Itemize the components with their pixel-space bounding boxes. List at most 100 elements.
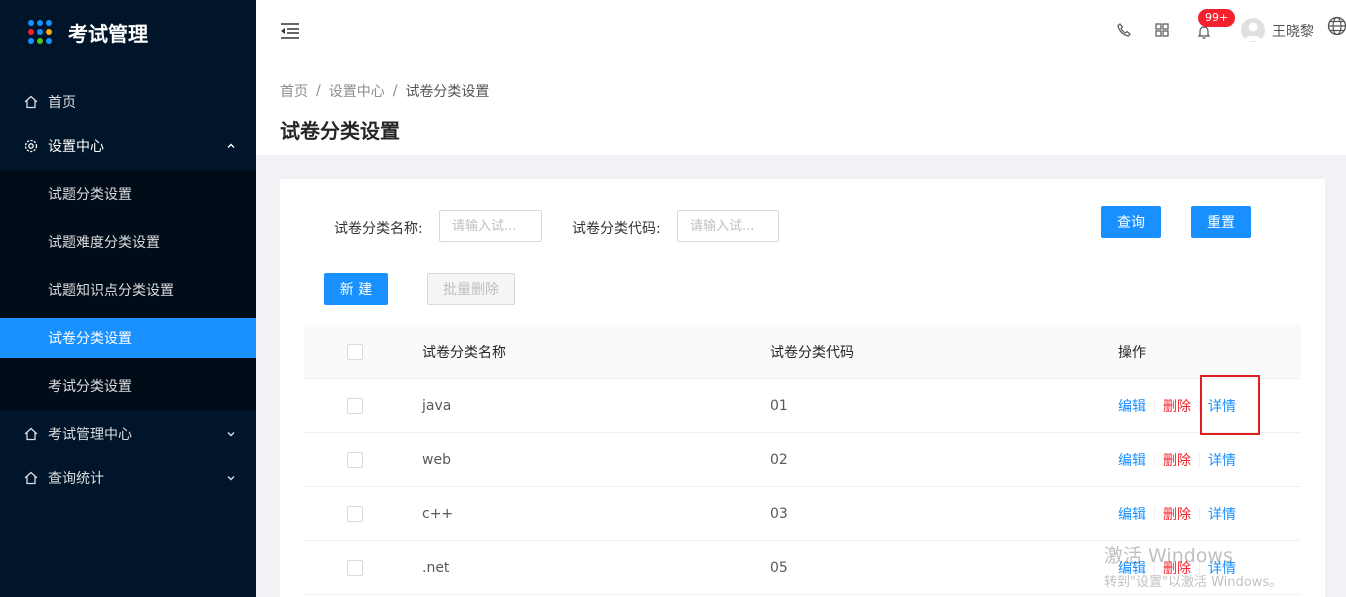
sidebar-item-label: 首页 — [48, 95, 76, 111]
sidebar-item-label: 试题难度分类设置 — [48, 235, 160, 251]
delete-link[interactable]: 删除 — [1163, 504, 1191, 524]
code-filter-label: 试卷分类代码: — [572, 221, 661, 237]
notification-badge: 99+ — [1198, 9, 1236, 27]
paper-category-table: 试卷分类名称 试卷分类代码 操作 java 01 编辑 删除 详情 web 02 编… — [304, 325, 1301, 595]
sidebar-item-exam-center[interactable]: 考试管理中心 — [0, 414, 256, 454]
app-grid-icon — [28, 20, 52, 44]
detail-link[interactable]: 详情 — [1208, 558, 1236, 578]
page-header: 首页 / 设置中心 / 试卷分类设置 试卷分类设置 — [256, 64, 1346, 155]
logo-dot — [46, 29, 52, 35]
edit-link[interactable]: 编辑 — [1118, 396, 1146, 416]
sidebar-item-statistics[interactable]: 查询统计 — [0, 458, 256, 498]
grid-icon[interactable] — [1154, 22, 1170, 38]
row-name: java — [422, 397, 452, 414]
page-title: 试卷分类设置 — [280, 119, 400, 143]
chevron-down-icon — [227, 432, 235, 437]
annotation-highlight-box — [1200, 375, 1260, 435]
batch-delete-button[interactable]: 批量删除 — [427, 273, 515, 305]
top-header: 99+ 王晓黎 — [256, 0, 1346, 64]
action-divider — [1154, 452, 1155, 467]
name-filter-input[interactable] — [439, 210, 542, 242]
action-divider — [1199, 560, 1200, 575]
column-header-name: 试卷分类名称 — [422, 344, 506, 361]
breadcrumb-separator: / — [392, 83, 398, 99]
sidebar-item-knowledge-category[interactable]: 试题知识点分类设置 — [0, 266, 256, 314]
breadcrumb-separator: / — [316, 83, 321, 99]
sidebar-item-label: 试题知识点分类设置 — [48, 283, 174, 299]
table-row: c++ 03 编辑 删除 详情 — [304, 487, 1301, 541]
sidebar-item-question-category[interactable]: 试题分类设置 — [0, 170, 256, 218]
avatar[interactable] — [1241, 18, 1265, 42]
home-icon — [24, 471, 38, 485]
row-name: c++ — [422, 505, 454, 522]
logo-dot — [28, 29, 34, 35]
username[interactable]: 王晓黎 — [1272, 21, 1314, 41]
delete-link[interactable]: 删除 — [1163, 396, 1191, 416]
name-filter-label: 试卷分类名称: — [334, 221, 423, 237]
sidebar-item-label: 考试管理中心 — [48, 427, 132, 443]
logo-dot — [37, 38, 43, 44]
sidebar-item-label: 试卷分类设置 — [48, 331, 132, 347]
logo-dot — [46, 20, 52, 26]
row-checkbox[interactable] — [347, 505, 363, 522]
sidebar-item-label: 试题分类设置 — [48, 187, 132, 203]
app-logo[interactable]: 考试管理 — [0, 0, 256, 64]
settings-submenu: 试题分类设置 试题难度分类设置 试题知识点分类设置 试卷分类设置 考试分类设置 — [0, 170, 256, 410]
column-header-code: 试卷分类代码 — [770, 344, 854, 361]
action-divider — [1154, 506, 1155, 521]
table-row: web 02 编辑 删除 详情 — [304, 433, 1301, 487]
row-code: 02 — [770, 451, 788, 468]
breadcrumb-current: 试卷分类设置 — [405, 84, 490, 100]
sidebar-item-settings[interactable]: 设置中心 — [0, 126, 256, 166]
row-name: .net — [422, 559, 450, 576]
breadcrumb-settings[interactable]: 设置中心 — [329, 81, 385, 101]
phone-icon[interactable] — [1116, 22, 1132, 38]
delete-link[interactable]: 删除 — [1163, 558, 1191, 578]
logo-dot — [28, 20, 34, 26]
sidebar-item-exam-category[interactable]: 考试分类设置 — [0, 362, 256, 410]
query-button[interactable]: 查询 — [1101, 206, 1161, 238]
row-code: 01 — [770, 397, 788, 414]
reset-button[interactable]: 重置 — [1191, 206, 1251, 238]
sidebar: 考试管理 首页 设置中心 试题分类设置 试题难度分类设置 试题知识点分类设置 试… — [0, 0, 256, 597]
select-all-checkbox[interactable] — [347, 343, 363, 360]
edit-link[interactable]: 编辑 — [1118, 558, 1146, 578]
row-name: web — [422, 451, 451, 468]
edit-link[interactable]: 编辑 — [1118, 450, 1146, 470]
logo-dot — [46, 38, 52, 44]
detail-link[interactable]: 详情 — [1208, 504, 1236, 524]
row-checkbox[interactable] — [347, 397, 363, 414]
breadcrumb-home[interactable]: 首页 — [280, 81, 308, 101]
row-checkbox[interactable] — [347, 559, 363, 576]
globe-icon[interactable] — [1327, 16, 1346, 36]
row-code: 03 — [770, 505, 788, 522]
action-divider — [1199, 452, 1200, 467]
edit-link[interactable]: 编辑 — [1118, 504, 1146, 524]
breadcrumb: 首页 / 设置中心 / 试卷分类设置 — [280, 81, 1322, 101]
sidebar-item-paper-category[interactable]: 试卷分类设置 — [0, 318, 256, 358]
logo-dot — [37, 20, 43, 26]
action-divider — [1154, 560, 1155, 575]
home-icon — [24, 427, 38, 441]
action-divider — [1154, 398, 1155, 413]
menu-fold-icon[interactable] — [280, 22, 300, 40]
content-card: 试卷分类名称: 试卷分类代码: 查询 重置 新 建 批量删除 试卷分类名称 试卷… — [280, 179, 1325, 597]
logo-dot — [28, 38, 34, 44]
table-header: 试卷分类名称 试卷分类代码 操作 — [304, 325, 1301, 379]
row-checkbox[interactable] — [347, 451, 363, 468]
action-divider — [1199, 506, 1200, 521]
app-title: 考试管理 — [68, 21, 148, 46]
detail-link[interactable]: 详情 — [1208, 450, 1236, 470]
logo-dot — [37, 29, 43, 35]
sidebar-item-difficulty-category[interactable]: 试题难度分类设置 — [0, 218, 256, 266]
column-header-actions: 操作 — [1118, 344, 1146, 361]
table-row: java 01 编辑 删除 详情 — [304, 379, 1301, 433]
sidebar-item-label: 查询统计 — [48, 471, 104, 487]
delete-link[interactable]: 删除 — [1163, 450, 1191, 470]
code-filter-input[interactable] — [677, 210, 779, 242]
row-code: 05 — [770, 559, 788, 576]
sidebar-item-home[interactable]: 首页 — [0, 82, 256, 122]
new-button[interactable]: 新 建 — [324, 273, 388, 305]
table-row: .net 05 编辑 删除 详情 — [304, 541, 1301, 595]
chevron-up-icon — [227, 143, 235, 148]
